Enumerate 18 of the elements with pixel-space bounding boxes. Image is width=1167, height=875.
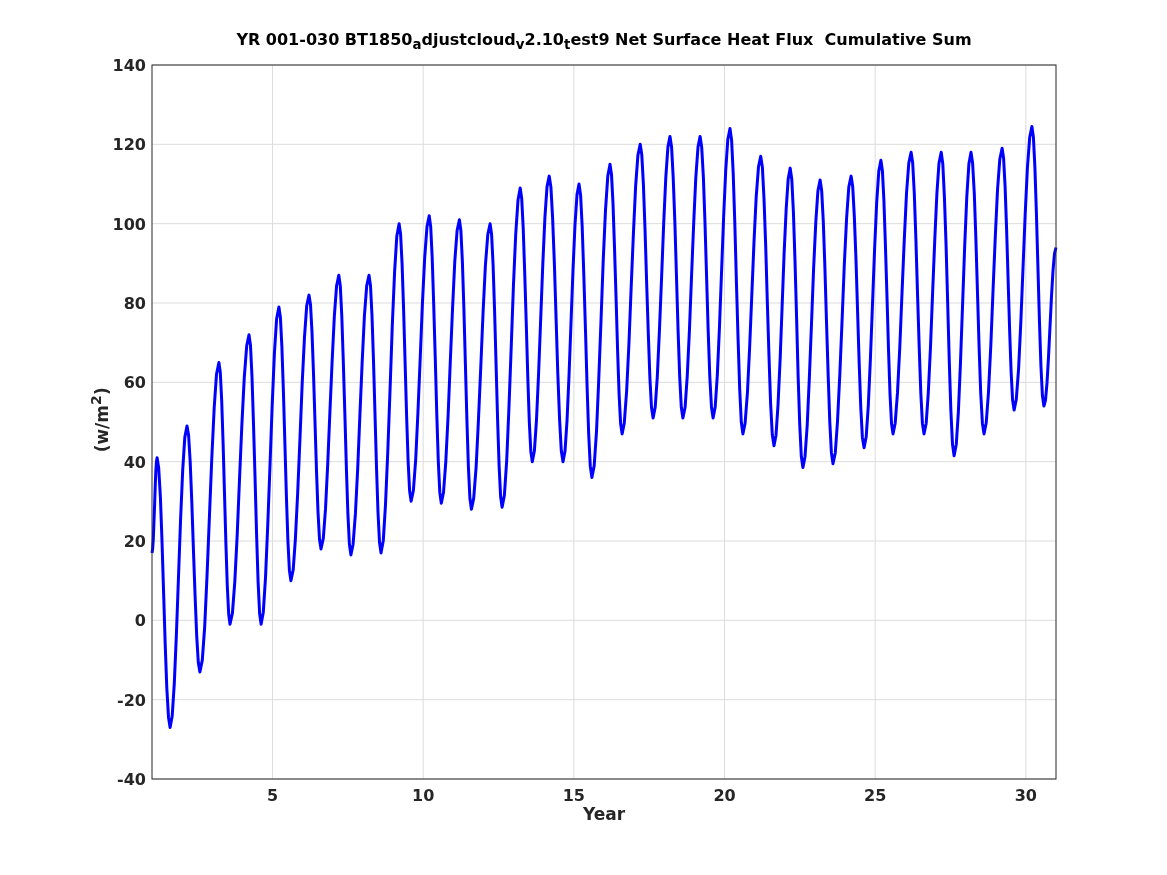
y-tick-label: -40 <box>117 770 146 789</box>
y-tick-label: -20 <box>117 690 146 710</box>
y-tick-label: 60 <box>123 373 146 393</box>
y-tick-label: 120 <box>112 135 146 155</box>
x-tick-label: 5 <box>266 786 279 805</box>
y-tick-label: 20 <box>123 532 146 551</box>
y-tick-label: 100 <box>112 214 146 234</box>
y-tick-label: 80 <box>123 294 146 313</box>
y-tick-label: 140 <box>112 56 146 75</box>
x-tick-label: 10 <box>412 786 435 805</box>
x-tick-label: 15 <box>562 786 585 805</box>
x-axis-label: Year <box>581 804 627 824</box>
y-tick-label: 40 <box>123 452 146 472</box>
x-tick-label: 25 <box>864 786 887 805</box>
y-tick-label: 0 <box>134 611 146 631</box>
chart-title: YR 001-030 BT1850$_{a}$djustcloud$_{v}$2.10$_{t}$est9 Net Surface Heat Flux Cumulative Sum <box>235 30 973 53</box>
x-tick-label: 20 <box>713 786 736 805</box>
x-tick-label: 30 <box>1014 786 1037 805</box>
